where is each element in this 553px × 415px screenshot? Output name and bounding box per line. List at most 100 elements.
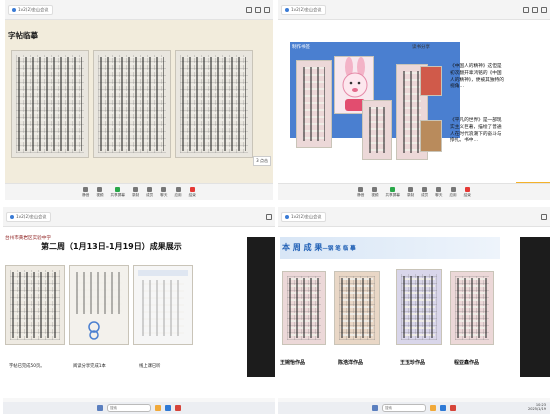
windows-start-icon[interactable] <box>372 405 378 411</box>
camera-icon <box>372 186 378 192</box>
section-label: 制作书签 <box>292 45 310 50</box>
shared-screen: 台州市黄岩区实验中学 第二周（1月13日-1月19日）成果展示 字帖已完成50页… <box>3 227 275 398</box>
title-sub: —钢 笔 临 摹 <box>322 246 356 252</box>
shared-screen: 字帖临摹 3 点击 <box>5 20 273 184</box>
layout-button[interactable] <box>246 6 252 13</box>
meeting-tab[interactable]: 1v2(2)金山会议 <box>6 211 51 222</box>
share-button[interactable]: 共享屏幕 <box>110 186 125 198</box>
expand-icon <box>264 6 270 13</box>
meeting-controls: 静音 视频 共享屏幕 录制 成员 聊天 应用 结束 <box>278 183 550 200</box>
record-button[interactable]: 录制 <box>132 186 139 198</box>
settings-button[interactable] <box>532 6 538 13</box>
apps-button[interactable]: 应用 <box>449 186 457 198</box>
microphone-icon <box>358 186 364 192</box>
meeting-window-bottom-left: 1v2(2)金山会议 台州市黄岩区实验中学 第二周（1月13日-1月19日）成果… <box>3 207 275 414</box>
app-icon <box>285 214 289 219</box>
copybook-photo <box>5 265 65 345</box>
meeting-tab[interactable]: 1v2(2)金山会议 <box>281 211 326 222</box>
chat-button[interactable]: 聊天 <box>160 186 167 198</box>
apps-icon <box>450 186 456 192</box>
settings-button[interactable] <box>255 6 261 13</box>
mute-button[interactable]: 静音 <box>357 186 365 198</box>
work-caption: 陈浩洋作品 <box>338 360 364 366</box>
members-button[interactable]: 成员 <box>146 186 154 198</box>
chat-icon <box>436 186 442 192</box>
work-caption: 王婉怡作品 <box>280 360 306 366</box>
folder-icon[interactable] <box>155 405 161 411</box>
clock-date: 2025/1/19 <box>528 407 546 412</box>
reading-share-photo <box>69 265 129 345</box>
online-class-screenshot <box>133 265 193 345</box>
control-label: 聊天 <box>435 192 443 197</box>
gear-icon <box>532 6 538 13</box>
layout-button[interactable] <box>523 6 529 13</box>
mute-button[interactable]: 静音 <box>82 186 90 198</box>
control-label: 结束 <box>188 192 196 197</box>
app-icon <box>285 7 289 12</box>
search-placeholder: 搜索 <box>110 405 117 410</box>
control-label: 成员 <box>421 192 429 197</box>
pen-copy-photo <box>396 269 442 345</box>
users-icon <box>422 186 428 192</box>
browser-icon[interactable] <box>165 405 171 411</box>
control-label: 视频 <box>371 192 379 197</box>
side-panel <box>247 237 275 377</box>
meeting-window-bottom-right: 1v2(2)金山会议 本 周 成 果—钢 笔 临 摹 王婉怡作品 陈浩洋作品 王… <box>278 207 550 414</box>
meeting-toolbar: 1v2(2)金山会议 <box>278 207 550 227</box>
settings-button[interactable] <box>541 213 547 220</box>
windows-start-icon[interactable] <box>97 405 103 411</box>
control-label: 静音 <box>357 192 365 197</box>
gear-icon <box>266 213 272 220</box>
apps-button[interactable]: 应用 <box>174 186 182 198</box>
members-button[interactable]: 成员 <box>421 186 429 198</box>
end-button[interactable]: 结束 <box>188 186 196 198</box>
section-label: 读书分享 <box>412 45 430 50</box>
calligraphy-photo <box>175 50 253 158</box>
app-icon[interactable] <box>450 405 456 411</box>
book-cover <box>420 66 442 96</box>
slide-title: 本 周 成 果—钢 笔 临 摹 <box>282 242 356 253</box>
pen-copy-photo <box>282 271 326 345</box>
fullscreen-button[interactable] <box>541 6 547 13</box>
record-icon <box>133 186 138 192</box>
video-button[interactable]: 视频 <box>96 186 104 198</box>
book-cover <box>420 120 442 152</box>
share-button[interactable]: 共享屏幕 <box>386 186 400 198</box>
book-review-text: 《中国人的精神》这但是初次翻开辜鸿铭的《中国人的精神》，便被其独特的视角… <box>450 64 504 90</box>
meeting-tab-label: 1v2(2)金山会议 <box>291 6 322 12</box>
control-label: 共享屏幕 <box>110 192 125 197</box>
control-label: 结束 <box>463 192 471 197</box>
photo-caption: 字帖已完成50页。 <box>9 364 45 369</box>
end-button[interactable]: 结束 <box>463 186 471 198</box>
shared-screen: 制作书签 读书分享 《中国人的精神》这但是初次翻开辜鸿铭的《中国人的精神》，便被… <box>278 20 550 186</box>
control-label: 成员 <box>146 192 154 197</box>
book-review-text: 《平凡的世界》是一部现实主义巨著，描绘了普通人在时代浪潮下的奋斗与挣扎。书中… <box>450 118 502 144</box>
folder-icon[interactable] <box>430 405 436 411</box>
grid-icon <box>246 6 252 13</box>
meeting-tab[interactable]: 1v2(2)金山会议 <box>8 4 53 15</box>
microphone-icon <box>83 186 89 192</box>
taskbar-search[interactable]: 搜索 <box>107 404 151 412</box>
meeting-tab-label: 1v2(2)金山会议 <box>18 6 49 12</box>
work-caption: 王玉珍作品 <box>400 360 426 366</box>
meeting-tab[interactable]: 1v2(2)金山会议 <box>281 4 326 15</box>
windows-taskbar: 搜索 <box>3 402 275 414</box>
chat-button[interactable]: 聊天 <box>435 186 443 198</box>
record-button[interactable]: 录制 <box>407 186 414 198</box>
record-icon <box>408 186 413 192</box>
taskbar-search[interactable]: 搜索 <box>382 404 426 412</box>
fullscreen-button[interactable] <box>264 6 270 13</box>
meeting-window-top-left: 1v2(2)金山会议 字帖临摹 3 点击 静音 视频 共享屏幕 录制 成员 聊天… <box>5 0 273 200</box>
browser-icon[interactable] <box>440 405 446 411</box>
side-panel <box>520 237 550 377</box>
search-placeholder: 搜索 <box>385 405 392 410</box>
video-button[interactable]: 视频 <box>371 186 379 198</box>
shared-screen: 本 周 成 果—钢 笔 临 摹 王婉怡作品 陈浩洋作品 王玉珍作品 程亚鑫作品 <box>278 227 550 398</box>
app-icon[interactable] <box>175 405 181 411</box>
share-screen-icon <box>390 186 396 192</box>
apps-icon <box>175 186 181 192</box>
settings-button[interactable] <box>266 213 272 220</box>
control-label: 静音 <box>82 192 90 197</box>
share-screen-icon <box>115 186 121 192</box>
meeting-window-top-right: 1v2(2)金山会议 制作书签 读书分享 《中国人的精神》这但是初次翻开辜鸿铭的… <box>278 0 550 200</box>
